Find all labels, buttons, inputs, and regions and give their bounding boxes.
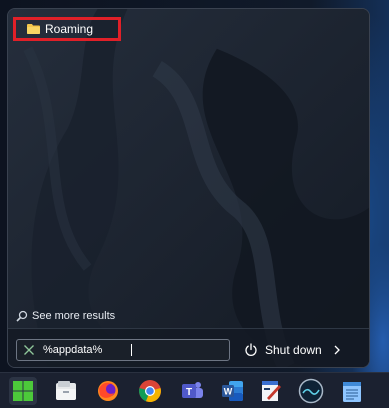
- taskbar-chrome[interactable]: [136, 377, 164, 405]
- search-icon: [16, 310, 28, 322]
- search-results: Roaming See more results: [8, 9, 369, 339]
- gauge-icon: [298, 378, 324, 404]
- taskbar-paint[interactable]: [257, 377, 285, 405]
- taskbar-firefox[interactable]: [94, 377, 122, 405]
- result-roaming-folder[interactable]: Roaming: [13, 17, 121, 41]
- svg-text:W: W: [224, 387, 233, 397]
- power-icon: [245, 343, 257, 356]
- search-input[interactable]: [43, 344, 203, 356]
- taskbar-monitor-app[interactable]: [297, 377, 325, 405]
- result-label: Roaming: [45, 22, 94, 36]
- shutdown-label: Shut down: [265, 343, 322, 357]
- chrome-icon: [139, 380, 161, 403]
- start-menu-footer: Shut down: [8, 328, 369, 367]
- shutdown-button[interactable]: Shut down: [244, 339, 342, 361]
- folder-icon: [27, 24, 40, 34]
- word-icon: W: [222, 381, 243, 401]
- teams-icon: T: [182, 382, 203, 398]
- text-cursor: [131, 344, 132, 356]
- firefox-icon: [98, 381, 118, 401]
- start-button[interactable]: [9, 377, 37, 405]
- see-more-label: See more results: [32, 310, 116, 322]
- clear-x-icon[interactable]: [23, 344, 35, 356]
- paint-icon: [262, 381, 281, 401]
- search-field[interactable]: [16, 339, 230, 361]
- windows-logo-icon: [13, 381, 33, 401]
- taskbar-notepad[interactable]: [338, 377, 366, 405]
- taskbar: T W: [0, 372, 389, 408]
- notepad-icon: [343, 382, 361, 402]
- start-menu-search-panel: Roaming See more results Shut down: [7, 8, 370, 368]
- taskbar-teams[interactable]: T: [178, 377, 206, 405]
- taskbar-file-explorer[interactable]: [52, 377, 80, 405]
- chevron-right-icon[interactable]: [332, 345, 342, 355]
- file-explorer-icon: [56, 381, 76, 400]
- taskbar-word[interactable]: W: [219, 377, 247, 405]
- svg-text:T: T: [186, 387, 192, 398]
- see-more-results-link[interactable]: See more results: [16, 310, 115, 322]
